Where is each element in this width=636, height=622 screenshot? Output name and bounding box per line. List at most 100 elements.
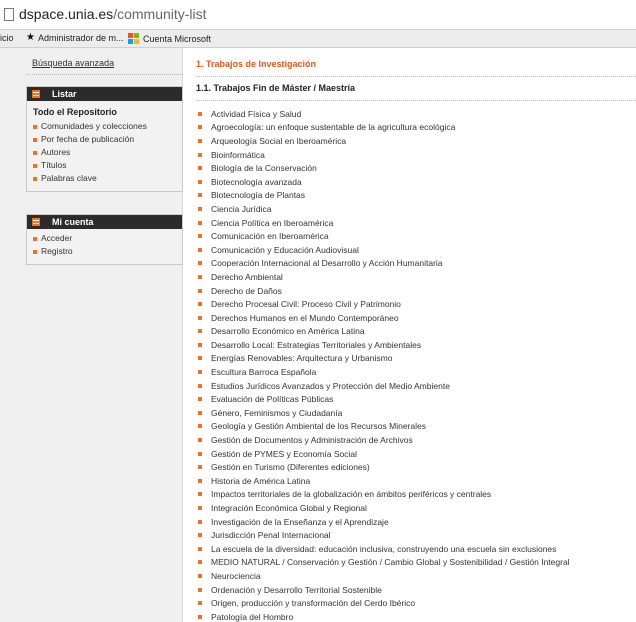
url-host: dspace.unia.es xyxy=(19,6,114,22)
collection-label: Arqueología Social en Iberoamérica xyxy=(211,135,347,146)
bookmark-cuenta-microsoft[interactable]: Cuenta Microsoft xyxy=(128,33,211,44)
community-heading[interactable]: 1. Trabajos de Investigación xyxy=(196,59,316,69)
collection-link[interactable]: Biotecnología avanzada xyxy=(196,175,636,189)
bullet-icon xyxy=(198,247,202,252)
bullet-icon xyxy=(198,342,202,347)
url-text[interactable]: dspace.unia.es/community-list xyxy=(19,6,207,22)
bullet-icon xyxy=(33,249,37,254)
subcommunity-heading[interactable]: 1.1. Trabajos Fin de Máster / Maestría xyxy=(196,83,355,93)
collection-link[interactable]: Jurisdicción Penal Internacional xyxy=(196,528,636,542)
collection-link[interactable]: Ordenación y Desarrollo Territorial Sost… xyxy=(196,583,636,597)
bullet-icon xyxy=(198,573,202,578)
bullet-icon xyxy=(198,410,202,415)
collection-link[interactable]: Biotecnología de Plantas xyxy=(196,189,636,203)
collection-link[interactable]: Actividad Física y Salud xyxy=(196,107,636,121)
collection-link[interactable]: Género, Feminismos y Ciudadanía xyxy=(196,406,636,420)
bullet-icon xyxy=(198,356,202,361)
collection-link[interactable]: Patología del Hombro xyxy=(196,610,636,622)
collection-link[interactable]: Derecho Ambiental xyxy=(196,270,636,284)
bullet-icon xyxy=(198,370,202,375)
collection-link[interactable]: Biología de la Conservación xyxy=(196,161,636,175)
collection-link[interactable]: Escultura Barroca Española xyxy=(196,365,636,379)
bullet-icon xyxy=(198,587,202,592)
bookmark-inicio[interactable]: icio xyxy=(0,33,14,43)
collection-link[interactable]: Desarrollo Económico en América Latina xyxy=(196,325,636,339)
login-link[interactable]: Acceder xyxy=(33,232,176,245)
bullet-icon xyxy=(198,179,202,184)
collection-label: Ordenación y Desarrollo Territorial Sost… xyxy=(211,584,382,595)
collection-link[interactable]: Gestión de PYMES y Economía Social xyxy=(196,447,636,461)
list-icon xyxy=(32,218,40,226)
collection-link[interactable]: Evaluación de Políticas Públicas xyxy=(196,392,636,406)
bullet-icon xyxy=(198,533,202,538)
collection-link[interactable]: Derecho de Daños xyxy=(196,284,636,298)
collection-label: Energías Renovables: Arquitectura y Urba… xyxy=(211,353,393,364)
account-panel-header: Mi cuenta xyxy=(27,215,182,229)
collection-label: Patología del Hombro xyxy=(211,611,294,622)
collection-link[interactable]: Cooperación Internacional al Desarrollo … xyxy=(196,257,636,271)
collection-label: Biotecnología avanzada xyxy=(211,176,302,187)
collection-link[interactable]: Derechos Humanos en el Mundo Contemporán… xyxy=(196,311,636,325)
collection-label: Bioinformática xyxy=(211,149,265,160)
collection-link[interactable]: Comunicación en Iberoamérica xyxy=(196,229,636,243)
bullet-icon xyxy=(198,601,202,606)
bullet-icon xyxy=(198,234,202,239)
collection-label: Derechos Humanos en el Mundo Contemporán… xyxy=(211,312,399,323)
register-link[interactable]: Registro xyxy=(33,245,176,258)
collection-link[interactable]: MEDIO NATURAL / Conservación y Gestión /… xyxy=(196,556,636,570)
collection-link[interactable]: Gestión en Turismo (Diferentes ediciones… xyxy=(196,460,636,474)
collection-link[interactable]: Neurociencia xyxy=(196,569,636,583)
collection-label: Impactos territoriales de la globalizaci… xyxy=(211,489,492,500)
collection-label: Actividad Física y Salud xyxy=(211,108,302,119)
collection-link[interactable]: Impactos territoriales de la globalizaci… xyxy=(196,488,636,502)
link-label: Comunidades y colecciones xyxy=(41,121,147,131)
collection-link[interactable]: La escuela de la diversidad: educación i… xyxy=(196,542,636,556)
collection-link[interactable]: Historia de América Latina xyxy=(196,474,636,488)
collection-label: Ciencia Política en Iberoamérica xyxy=(211,217,334,228)
address-bar[interactable]: dspace.unia.es/community-list xyxy=(0,0,636,30)
collection-link[interactable]: Agroecología: un enfoque sustentable de … xyxy=(196,121,636,135)
bullet-icon xyxy=(198,560,202,565)
browse-link-date[interactable]: Por fecha de publicación xyxy=(33,133,176,146)
collection-label: MEDIO NATURAL / Conservación y Gestión /… xyxy=(211,557,570,568)
bullet-icon xyxy=(33,150,37,155)
bullet-icon xyxy=(198,315,202,320)
bookmark-administrador[interactable]: ★ Administrador de m... xyxy=(26,33,124,44)
collection-link[interactable]: Energías Renovables: Arquitectura y Urba… xyxy=(196,352,636,366)
link-label: Autores xyxy=(41,147,71,157)
collection-label: Cooperación Internacional al Desarrollo … xyxy=(211,258,443,269)
collection-label: Estudios Jurídicos Avanzados y Protecció… xyxy=(211,380,450,391)
bullet-icon xyxy=(198,546,202,551)
collection-label: Jurisdicción Penal Internacional xyxy=(211,530,331,541)
collection-link[interactable]: Investigación de la Enseñanza y el Apren… xyxy=(196,515,636,529)
collection-label: Gestión en Turismo (Diferentes ediciones… xyxy=(211,462,370,473)
divider xyxy=(196,76,636,77)
collection-link[interactable]: Geología y Gestión Ambiental de los Recu… xyxy=(196,420,636,434)
bullet-icon xyxy=(198,206,202,211)
collection-link[interactable]: Comunicación y Educación Audiovisual xyxy=(196,243,636,257)
browse-link-authors[interactable]: Autores xyxy=(33,146,176,159)
browse-link-communities[interactable]: Comunidades y colecciones xyxy=(33,120,176,133)
collection-link[interactable]: Ciencia Política en Iberoamérica xyxy=(196,216,636,230)
collection-link[interactable]: Arqueología Social en Iberoamérica xyxy=(196,134,636,148)
account-panel: Mi cuenta Acceder Registro xyxy=(26,214,183,265)
collection-link[interactable]: Ciencia Jurídica xyxy=(196,202,636,216)
bullet-icon xyxy=(198,138,202,143)
microsoft-logo-icon xyxy=(128,33,139,44)
advanced-search-link[interactable]: Búsqueda avanzada xyxy=(32,58,114,68)
bullet-icon xyxy=(198,438,202,443)
divider xyxy=(26,74,183,75)
bullet-icon xyxy=(198,152,202,157)
collection-link[interactable]: Integración Económica Global y Regional xyxy=(196,501,636,515)
bullet-icon xyxy=(198,125,202,130)
collection-label: Investigación de la Enseñanza y el Apren… xyxy=(211,516,389,527)
collection-link[interactable]: Bioinformática xyxy=(196,148,636,162)
collection-link[interactable]: Desarrollo Local: Estrategias Territoria… xyxy=(196,338,636,352)
collection-link[interactable]: Gestión de Documentos y Administración d… xyxy=(196,433,636,447)
bullet-icon xyxy=(198,261,202,266)
browse-link-titles[interactable]: Títulos xyxy=(33,159,176,172)
collection-link[interactable]: Derecho Procesal Civil: Proceso Civil y … xyxy=(196,297,636,311)
collection-link[interactable]: Estudios Jurídicos Avanzados y Protecció… xyxy=(196,379,636,393)
browse-link-keywords[interactable]: Palabras clave xyxy=(33,172,176,185)
collection-link[interactable]: Origen, producción y transformación del … xyxy=(196,596,636,610)
